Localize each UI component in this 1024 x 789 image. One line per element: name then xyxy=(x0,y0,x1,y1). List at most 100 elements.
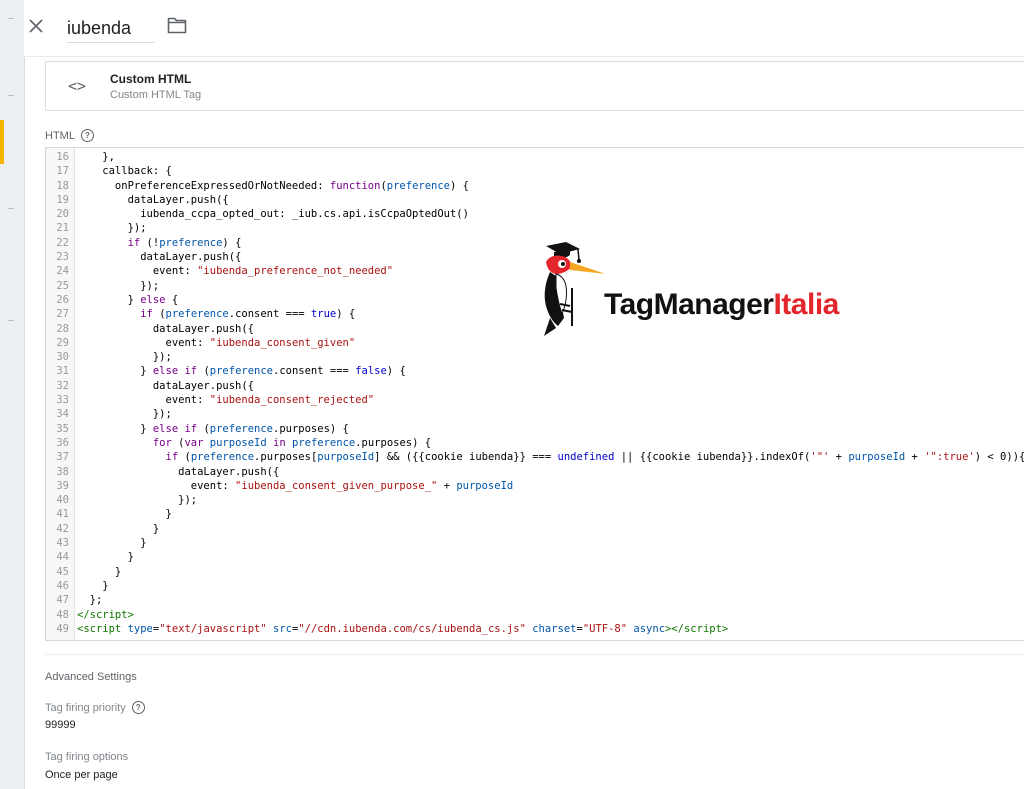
code-text: }; xyxy=(77,594,103,607)
tag-type-subtitle: Custom HTML Tag xyxy=(110,89,202,101)
logo-text: TagManagerItalia xyxy=(604,287,839,323)
code-text: event: "iubenda_consent_given_purpose_" … xyxy=(77,479,514,492)
line-number: 49 xyxy=(56,622,69,635)
line-number: 25 xyxy=(56,279,69,292)
line-number: 42 xyxy=(56,522,69,535)
line-number: 29 xyxy=(56,336,69,349)
line-number: 46 xyxy=(56,579,69,592)
code-line: 41 } xyxy=(46,507,1024,521)
code-text: if (!preference) { xyxy=(127,236,242,249)
line-number: 28 xyxy=(56,322,69,335)
logo-text-part1: TagManager xyxy=(604,288,774,321)
html-label: HTML ? xyxy=(45,129,94,142)
code-text: }); xyxy=(77,279,160,292)
code-text: }); xyxy=(77,351,172,364)
code-text: event: "iubenda_consent_given" xyxy=(77,336,356,349)
tag-firing-priority-value[interactable]: 99999 xyxy=(45,719,76,731)
line-number: 22 xyxy=(56,236,69,249)
code-line: 39 event: "iubenda_consent_given_purpose… xyxy=(46,479,1024,493)
edge-mark xyxy=(8,320,14,321)
code-text: event: "iubenda_preference_not_needed" xyxy=(77,265,394,278)
code-line: 32 dataLayer.push({ xyxy=(46,379,1024,393)
code-line: 19 dataLayer.push({ xyxy=(46,193,1024,207)
close-button[interactable] xyxy=(24,14,48,38)
code-line: 20 iubenda_ccpa_opted_out: _iub.cs.api.i… xyxy=(46,207,1024,221)
code-line: 38 dataLayer.push({ xyxy=(46,465,1024,479)
close-icon xyxy=(29,19,43,33)
code-line: 37 if (preference.purposes[purposeId] &&… xyxy=(46,450,1024,464)
code-text: <script type="text/javascript" src="//cd… xyxy=(77,622,729,635)
code-line: 47 }; xyxy=(46,593,1024,607)
code-icon: <> xyxy=(68,77,87,95)
line-number: 21 xyxy=(56,222,69,235)
code-line: 49 <script type="text/javascript" src="//… xyxy=(46,622,1024,636)
line-number: 27 xyxy=(56,308,69,321)
line-number: 18 xyxy=(56,179,69,192)
line-number: 37 xyxy=(56,451,69,464)
tag-firing-options-label: Tag firing options xyxy=(45,751,129,763)
help-icon[interactable]: ? xyxy=(131,701,145,714)
code-text: </script> xyxy=(77,608,134,621)
folder-button[interactable] xyxy=(167,16,189,36)
code-line: 44 } xyxy=(46,550,1024,564)
tag-editor-header: iubenda xyxy=(24,0,1024,57)
code-editor[interactable]: 16 }, 17 callback: {18 onPreferenceExpres… xyxy=(45,147,1024,641)
workspace-edge xyxy=(0,0,25,789)
line-number: 43 xyxy=(56,537,69,550)
code-text: if (preference.consent === true) { xyxy=(140,308,356,321)
code-text: callback: { xyxy=(77,165,172,178)
code-line: 46 } xyxy=(46,579,1024,593)
code-line: 35 } else if (preference.purposes) { xyxy=(46,422,1024,436)
tag-type-card[interactable]: <> Custom HTML Custom HTML Tag xyxy=(45,61,1024,111)
code-text: } xyxy=(77,522,160,535)
code-line: 16 }, xyxy=(46,150,1024,164)
code-line: 21 }); xyxy=(46,221,1024,235)
code-text: } xyxy=(77,508,172,521)
tagmanageritalia-logo: TagManagerItalia xyxy=(532,240,902,340)
line-number: 33 xyxy=(56,394,69,407)
line-number: 40 xyxy=(56,494,69,507)
section-divider xyxy=(45,654,1024,655)
code-text: if (preference.purposes[purposeId] && ({… xyxy=(165,451,1024,464)
advanced-settings-title[interactable]: Advanced Settings xyxy=(45,671,137,683)
folder-icon xyxy=(167,17,187,34)
code-text: }); xyxy=(77,222,147,235)
code-text: } xyxy=(77,551,134,564)
code-text: dataLayer.push({ xyxy=(77,251,242,264)
code-line: 34 }); xyxy=(46,407,1024,421)
edge-mark xyxy=(8,95,14,96)
line-number: 48 xyxy=(56,608,69,621)
code-text: }); xyxy=(77,408,172,421)
tag-firing-options-value[interactable]: Once per page xyxy=(45,769,118,781)
code-text: } xyxy=(77,579,109,592)
line-number: 39 xyxy=(56,479,69,492)
line-number: 26 xyxy=(56,293,69,306)
tag-name-input[interactable]: iubenda xyxy=(67,10,155,43)
selection-accent xyxy=(0,120,4,164)
code-text: dataLayer.push({ xyxy=(77,465,280,478)
line-number: 44 xyxy=(56,551,69,564)
woodpecker-icon xyxy=(544,242,604,336)
help-icon[interactable]: ? xyxy=(80,129,94,142)
edge-mark xyxy=(8,208,14,209)
code-text: iubenda_ccpa_opted_out: _iub.cs.api.isCc… xyxy=(77,208,469,221)
code-text: for (var purposeId in preference.purpose… xyxy=(152,436,432,449)
line-number: 38 xyxy=(56,465,69,478)
line-number: 24 xyxy=(56,265,69,278)
code-line: 33 event: "iubenda_consent_rejected" xyxy=(46,393,1024,407)
code-line: 45 } xyxy=(46,565,1024,579)
code-line: 30 }); xyxy=(46,350,1024,364)
tag-firing-priority-label-text: Tag firing priority xyxy=(45,701,126,714)
code-content[interactable]: 16 }, 17 callback: {18 onPreferenceExpres… xyxy=(46,150,1024,636)
code-line: 43 } xyxy=(46,536,1024,550)
code-text: } else if (preference.purposes) { xyxy=(77,422,349,435)
tag-type-title: Custom HTML xyxy=(110,72,192,86)
code-text: }, xyxy=(77,151,115,163)
code-line: 18 onPreferenceExpressedOrNotNeeded: fun… xyxy=(46,179,1024,193)
line-number: 16 xyxy=(56,151,69,163)
code-text: dataLayer.push({ xyxy=(77,193,229,206)
line-number: 31 xyxy=(56,365,69,378)
code-text: } xyxy=(77,565,122,578)
line-number: 47 xyxy=(56,594,69,607)
code-line: 42 } xyxy=(46,522,1024,536)
